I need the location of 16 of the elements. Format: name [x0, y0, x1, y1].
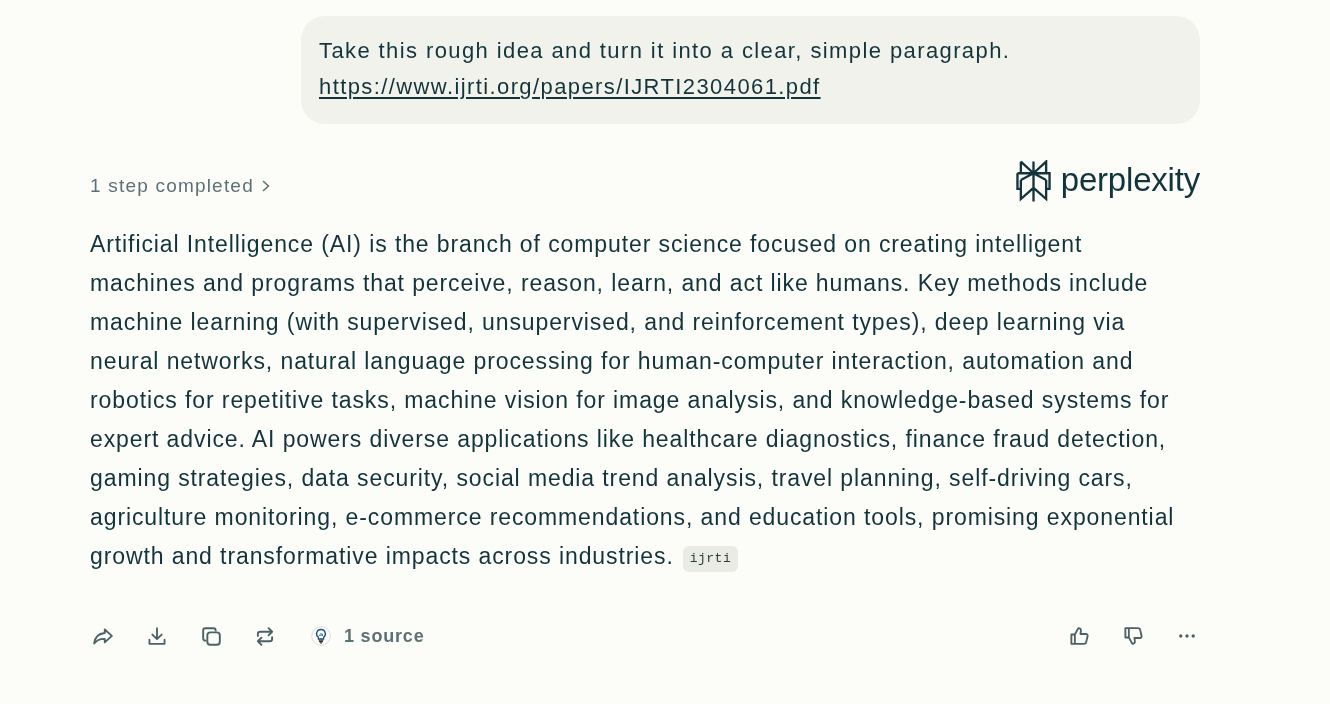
lightbulb-icon	[311, 626, 331, 646]
copy-icon	[201, 626, 221, 646]
thumbs-up-icon	[1069, 627, 1089, 645]
download-icon	[148, 627, 166, 645]
repeat-icon	[256, 626, 274, 646]
pdf-link[interactable]: https://www.ijrti.org/papers/IJRTI2304061.pdf	[319, 69, 821, 105]
citation-chip[interactable]: ijrti	[682, 546, 739, 572]
more-icon	[1179, 634, 1195, 638]
prompt-text: Take this rough idea and turn it into a clear, simple paragraph.	[319, 37, 1011, 65]
logo-wordmark: perplexity	[1060, 159, 1200, 200]
sources-button[interactable]: 1 source	[301, 618, 431, 654]
logo-icon	[1015, 160, 1051, 203]
answer-paragraph: Artificial Intelligence (AI) is the branch of computer science focused on creating intelligent machines and programs that perceive, reason, learn, and act like humans. Key methods include machine learning (with supervised, unsupervised, and reinforcement types), deep learning via neural networks, natural language processing for human-computer interaction, automation and robotics for repetitive tasks, machine vision for image analysis, and knowledge-based systems for expert advice. AI powers diverse applications like healthcare diagnostics, finance fraud detection, gaming strategies, data security, social media trend analysis, travel planning, self-driving cars, agriculture monitoring, e-commerce recommendations, and education tools, promising exponential growth and transformative impacts across industries. ijrti	[90, 225, 1194, 576]
thumbs-down-icon	[1123, 627, 1143, 645]
steps-toggle[interactable]: 1 step completed	[90, 175, 270, 197]
share-icon	[93, 627, 113, 645]
